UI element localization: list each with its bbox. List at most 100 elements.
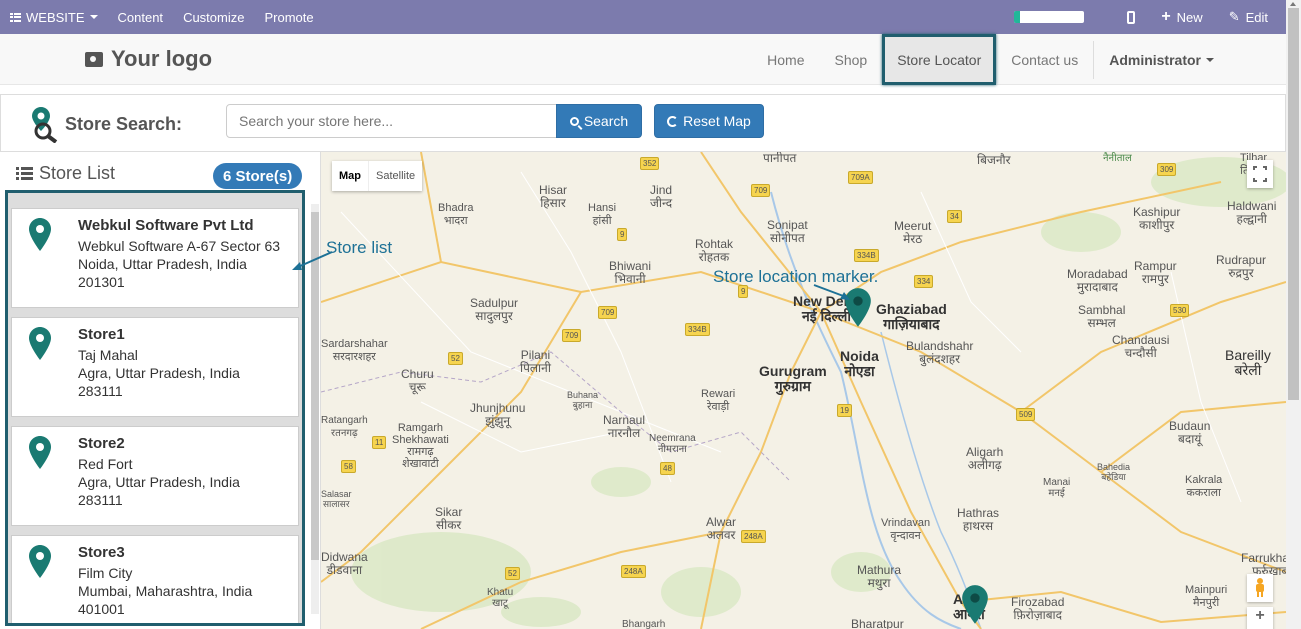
map-type-map[interactable]: Map (332, 161, 368, 191)
store-address-line: Mumbai, Maharashtra, India (78, 583, 253, 599)
list-icon (16, 167, 33, 180)
map-label: Rampur रामपुर (1134, 259, 1177, 286)
highway-shield: 334B (854, 249, 879, 262)
map-label: Bharatpur (851, 617, 904, 629)
map-label: Noida नोएडा (840, 348, 879, 379)
new-label: New (1176, 9, 1203, 25)
map-label: Bahedia बहेडिया (1097, 462, 1131, 482)
store-item[interactable]: Store1 Taj Mahal Agra, Uttar Pradesh, In… (11, 317, 299, 417)
reset-map-label: Reset Map (683, 113, 751, 129)
map-label: Sonipat सोनीपत (767, 218, 808, 245)
search-icon (569, 116, 579, 126)
website-menu[interactable]: WEBSITE (0, 0, 108, 34)
map-label: Hisar हिसार (539, 183, 568, 210)
highway-shield: 509 (1016, 408, 1036, 421)
user-menu[interactable]: Administrator (1094, 34, 1286, 85)
fullscreen-button[interactable] (1247, 160, 1273, 188)
store-address-line: 283111 (78, 492, 123, 508)
map-label: Mathura मथुरा (857, 563, 902, 590)
map-label: Haldwani हल्द्वानी (1227, 199, 1277, 226)
highway-shield: 352 (640, 157, 660, 170)
store-address-line: 283111 (78, 383, 123, 399)
highway-shield: 334B (685, 323, 710, 336)
reset-map-button[interactable]: Reset Map (654, 104, 764, 138)
nav-shop[interactable]: Shop (820, 34, 883, 85)
annotation-store-list: Store list (326, 238, 393, 257)
progress-bar (1014, 11, 1085, 23)
map-label: Chandausi चन्दौसी (1112, 333, 1170, 360)
store-list-panel: Store List 6 Store(s) Webkul Software Pv… (0, 152, 321, 629)
map-label: Buhana बुहाना (567, 390, 599, 410)
map-label: Rewari रेवाड़ी (701, 388, 736, 413)
page-scrollbar[interactable] (1286, 0, 1301, 629)
store-name: Store1 (78, 326, 125, 343)
store-count-badge: 6 Store(s) (213, 163, 303, 189)
highway-shield: 248A (621, 565, 646, 578)
highway-shield: 9 (617, 228, 628, 241)
edit-label: Edit (1245, 9, 1268, 25)
annotation-arrow (292, 251, 333, 270)
store-address-line: Film City (78, 565, 133, 581)
map-marker-icon (29, 218, 51, 251)
store-search-input[interactable] (226, 104, 557, 138)
zoom-in-button[interactable]: + (1247, 607, 1273, 629)
highway-shield: 248A (741, 530, 766, 543)
nav-store-locator[interactable]: Store Locator (882, 34, 997, 85)
store-item[interactable]: Webkul Software Pvt Ltd Webkul Software … (11, 208, 299, 308)
scroll-up-icon[interactable] (1290, 2, 1296, 6)
main-nav: Home Shop Store Locator Contact us Admin… (752, 34, 1286, 85)
store-search-icon (32, 107, 58, 143)
store-address-line: Noida, Uttar Pradesh, India (78, 256, 247, 272)
map-label: Bhiwani भिवानी (609, 259, 652, 286)
map-marker-icon (29, 436, 51, 469)
customize-menu[interactable]: Customize (173, 0, 254, 34)
map-type-satellite[interactable]: Satellite (368, 161, 422, 191)
camera-icon (85, 51, 103, 67)
highway-shield: 334 (914, 275, 934, 288)
store-list: Webkul Software Pvt Ltd Webkul Software … (5, 190, 305, 626)
store-item[interactable]: Store3 Film City Mumbai, Maharashtra, In… (11, 535, 299, 623)
map-label: Firozabad फ़िरोज़ाबाद (1011, 595, 1065, 622)
store-address-line: Red Fort (78, 456, 133, 472)
map-label: पानीपत (763, 152, 797, 165)
highway-shield: 19 (837, 404, 852, 417)
map-label: Rudrapur रुद्रपुर (1216, 253, 1267, 280)
nav-home[interactable]: Home (752, 34, 819, 85)
content-menu[interactable]: Content (108, 0, 174, 34)
site-logo[interactable]: Your logo (85, 46, 212, 72)
scroll-thumb[interactable] (1288, 8, 1299, 400)
edit-button[interactable]: ✎ Edit (1216, 0, 1286, 34)
map-label: Bhadra भादरा (438, 202, 474, 227)
street-view-pegman[interactable] (1247, 574, 1273, 602)
store-map[interactable]: 352 709 709A 34 309 9 334B 334 9 530 52 … (321, 152, 1286, 629)
new-button[interactable]: + New (1148, 0, 1215, 34)
map-marker-icon (29, 327, 51, 360)
map-label: Sardarshahar सरदारशहर (321, 338, 388, 363)
caret-down-icon (1206, 57, 1214, 62)
map-label: Aligarh अलीगढ़ (966, 445, 1004, 472)
mobile-preview-button[interactable] (1114, 0, 1148, 34)
map-label: बिजनौर (977, 153, 1011, 167)
highway-shield: 709A (848, 171, 873, 184)
annotation-store-marker: Store location marker. (713, 267, 879, 286)
promote-menu[interactable]: Promote (254, 0, 323, 34)
map-type-control: Map Satellite (332, 161, 423, 191)
highway-shield: 709 (751, 184, 771, 197)
map-label: Kashipur काशीपुर (1133, 205, 1181, 232)
map-label: Mainpuri मैनपुरी (1185, 584, 1228, 609)
refresh-icon (667, 115, 679, 127)
fullscreen-icon (1253, 166, 1267, 182)
pencil-icon: ✎ (1228, 9, 1240, 24)
highway-shield: 52 (448, 352, 463, 365)
mobile-icon (1127, 10, 1136, 24)
store-item[interactable]: Store2 Red Fort Agra, Uttar Pradesh, Ind… (11, 426, 299, 526)
search-button[interactable]: Search (556, 104, 642, 138)
highway-shield: 34 (947, 210, 962, 223)
logo-text: Your logo (111, 46, 213, 71)
nav-contact-us[interactable]: Contact us (996, 34, 1093, 85)
highway-shield: 309 (1157, 163, 1177, 176)
map-label: Meerut मेरठ (894, 219, 932, 246)
store-search-label: Store Search: (65, 113, 183, 134)
grid-icon (10, 12, 21, 22)
store-location-marker[interactable] (961, 584, 989, 626)
